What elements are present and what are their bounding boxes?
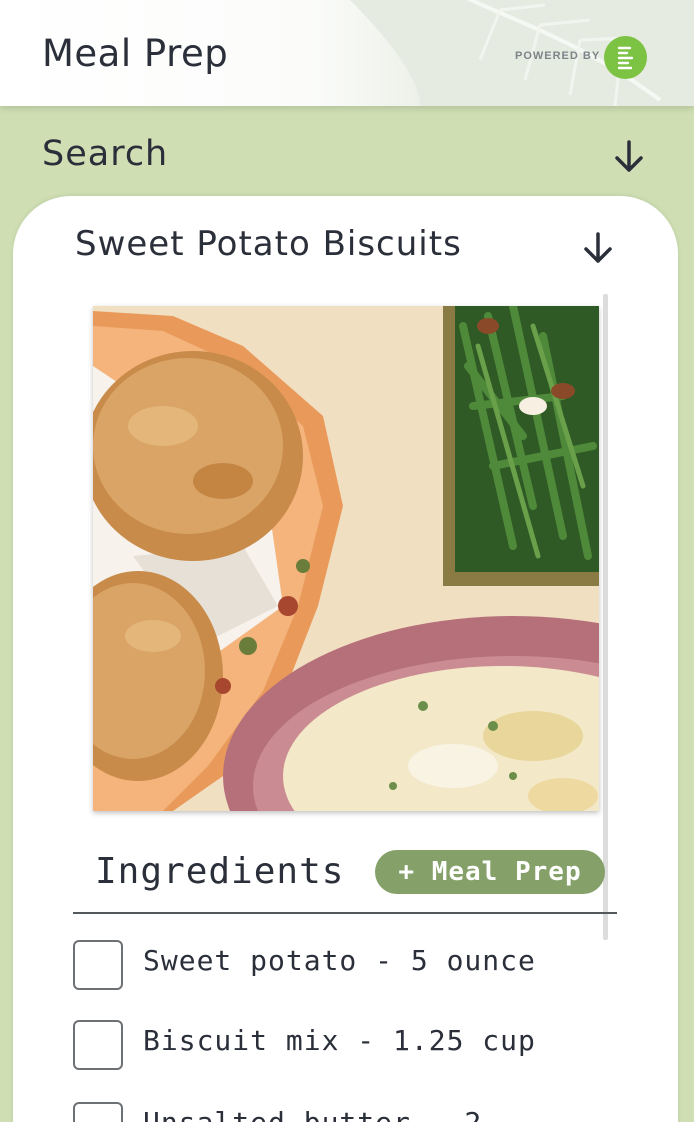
divider (73, 912, 617, 914)
search-bar[interactable] (0, 106, 694, 206)
recipe-card: Sweet Potato Biscuits Ingredients + Meal… (13, 196, 678, 1122)
app-title: Meal Prep (42, 32, 229, 75)
ingredient-item[interactable]: Sweet potato - 5 ounce (73, 940, 613, 990)
scrollbar[interactable] (603, 294, 608, 940)
lines-logo-icon[interactable] (604, 36, 647, 79)
ingredient-label: Sweet potato - 5 ounce (143, 944, 536, 977)
arrow-down-icon[interactable] (581, 230, 615, 266)
recipe-title[interactable]: Sweet Potato Biscuits (75, 224, 462, 264)
ingredient-checkbox[interactable] (73, 1102, 123, 1122)
ingredient-checkbox[interactable] (73, 940, 123, 990)
ingredient-checkbox[interactable] (73, 1020, 123, 1070)
ingredient-label: Biscuit mix - 1.25 cup (143, 1024, 536, 1057)
ingredient-label: Unsalted butter - 2 (143, 1106, 482, 1122)
powered-by-label: POWERED BY (515, 50, 601, 62)
ingredient-item[interactable]: Biscuit mix - 1.25 cup (73, 1020, 613, 1070)
app-header: Meal Prep POWERED BY (0, 0, 694, 106)
recipe-photo (93, 306, 599, 811)
ingredients-heading: Ingredients (95, 851, 345, 892)
ingredient-item[interactable]: Unsalted butter - 2 (73, 1102, 613, 1122)
add-meal-prep-button[interactable]: + Meal Prep (375, 850, 605, 894)
